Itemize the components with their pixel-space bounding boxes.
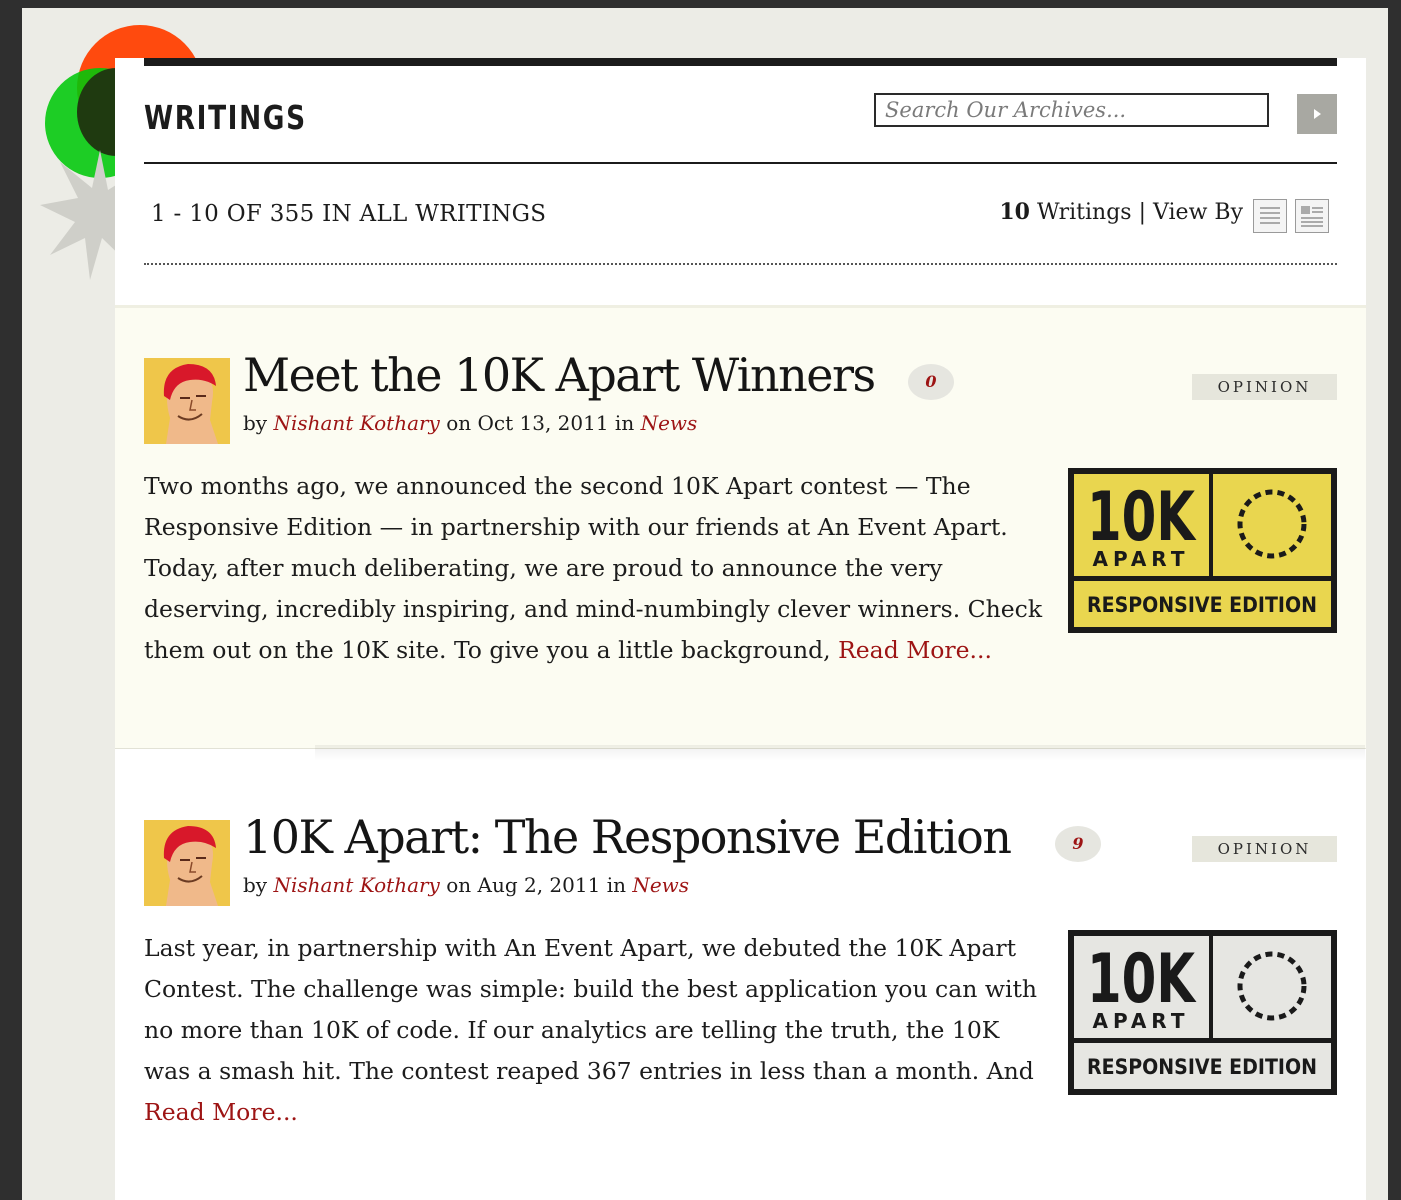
thumb-edition-text: RESPONSIVE EDITION: [1087, 593, 1317, 617]
author-avatar[interactable]: [144, 820, 230, 906]
search-input[interactable]: [874, 93, 1269, 127]
post-shadow: [315, 745, 1365, 761]
comment-count-bubble[interactable]: 0: [908, 364, 954, 400]
post-excerpt: Last year, in partnership with An Event …: [144, 934, 1038, 1126]
post-title[interactable]: 10K Apart: The Responsive Edition: [243, 810, 1012, 864]
category-badge[interactable]: OPINION: [1192, 836, 1337, 862]
post-date: Aug 2, 2011: [477, 873, 601, 897]
excerpt-view-icon[interactable]: [1295, 199, 1329, 233]
read-more-link[interactable]: Read More...: [144, 1098, 298, 1126]
thumb-10k-text: 10K: [1087, 478, 1197, 557]
post-date: Oct 13, 2011: [477, 411, 609, 435]
post-excerpt: Two months ago, we announced the second …: [144, 472, 1043, 664]
section-link[interactable]: News: [641, 411, 698, 435]
thumb-apart-text: APART: [1093, 547, 1190, 571]
per-page-count[interactable]: 10: [999, 199, 1030, 225]
results-summary: 1 - 10 OF 355 IN ALL WRITINGS: [151, 201, 547, 227]
header-divider: [144, 162, 1337, 164]
post-thumbnail[interactable]: 10K APART RESPONSIVE EDITION: [1068, 930, 1337, 1095]
author-link[interactable]: Nishant Kothary: [273, 873, 439, 897]
author-avatar[interactable]: [144, 358, 230, 444]
view-by-label: View By: [1153, 200, 1243, 225]
post-item: 10K Apart: The Responsive Edition 9 by N…: [115, 770, 1366, 1200]
comment-count-bubble[interactable]: 9: [1055, 826, 1101, 862]
top-bar: [144, 58, 1337, 66]
list-view-icon[interactable]: [1253, 199, 1287, 233]
read-more-link[interactable]: Read More...: [838, 636, 992, 664]
thumb-apart-text: APART: [1093, 1009, 1190, 1033]
separator: |: [1138, 200, 1147, 225]
arrow-right-icon: [1314, 109, 1321, 119]
summary-divider: [144, 263, 1337, 265]
page-title: WRITINGS: [144, 98, 307, 137]
thumb-edition-text: RESPONSIVE EDITION: [1087, 1055, 1317, 1079]
post-thumbnail[interactable]: 10K APART RESPONSIVE EDITION: [1068, 468, 1337, 633]
section-link[interactable]: News: [632, 873, 689, 897]
view-by-controls: 10 Writings | View By: [999, 199, 1243, 225]
post-item: Meet the 10K Apart Winners 0 by Nishant …: [115, 305, 1366, 749]
writings-panel: WRITINGS 1 - 10 OF 355 IN ALL WRITINGS 1…: [115, 58, 1366, 1200]
author-link[interactable]: Nishant Kothary: [273, 411, 439, 435]
post-byline: by Nishant Kothary on Aug 2, 2011 in New…: [243, 873, 690, 897]
category-badge[interactable]: OPINION: [1192, 374, 1337, 400]
post-title[interactable]: Meet the 10K Apart Winners: [243, 348, 876, 402]
thumb-10k-text: 10K: [1087, 940, 1197, 1019]
post-byline: by Nishant Kothary on Oct 13, 2011 in Ne…: [243, 411, 698, 435]
per-page-label: Writings: [1036, 200, 1132, 225]
search-button[interactable]: [1297, 94, 1337, 134]
